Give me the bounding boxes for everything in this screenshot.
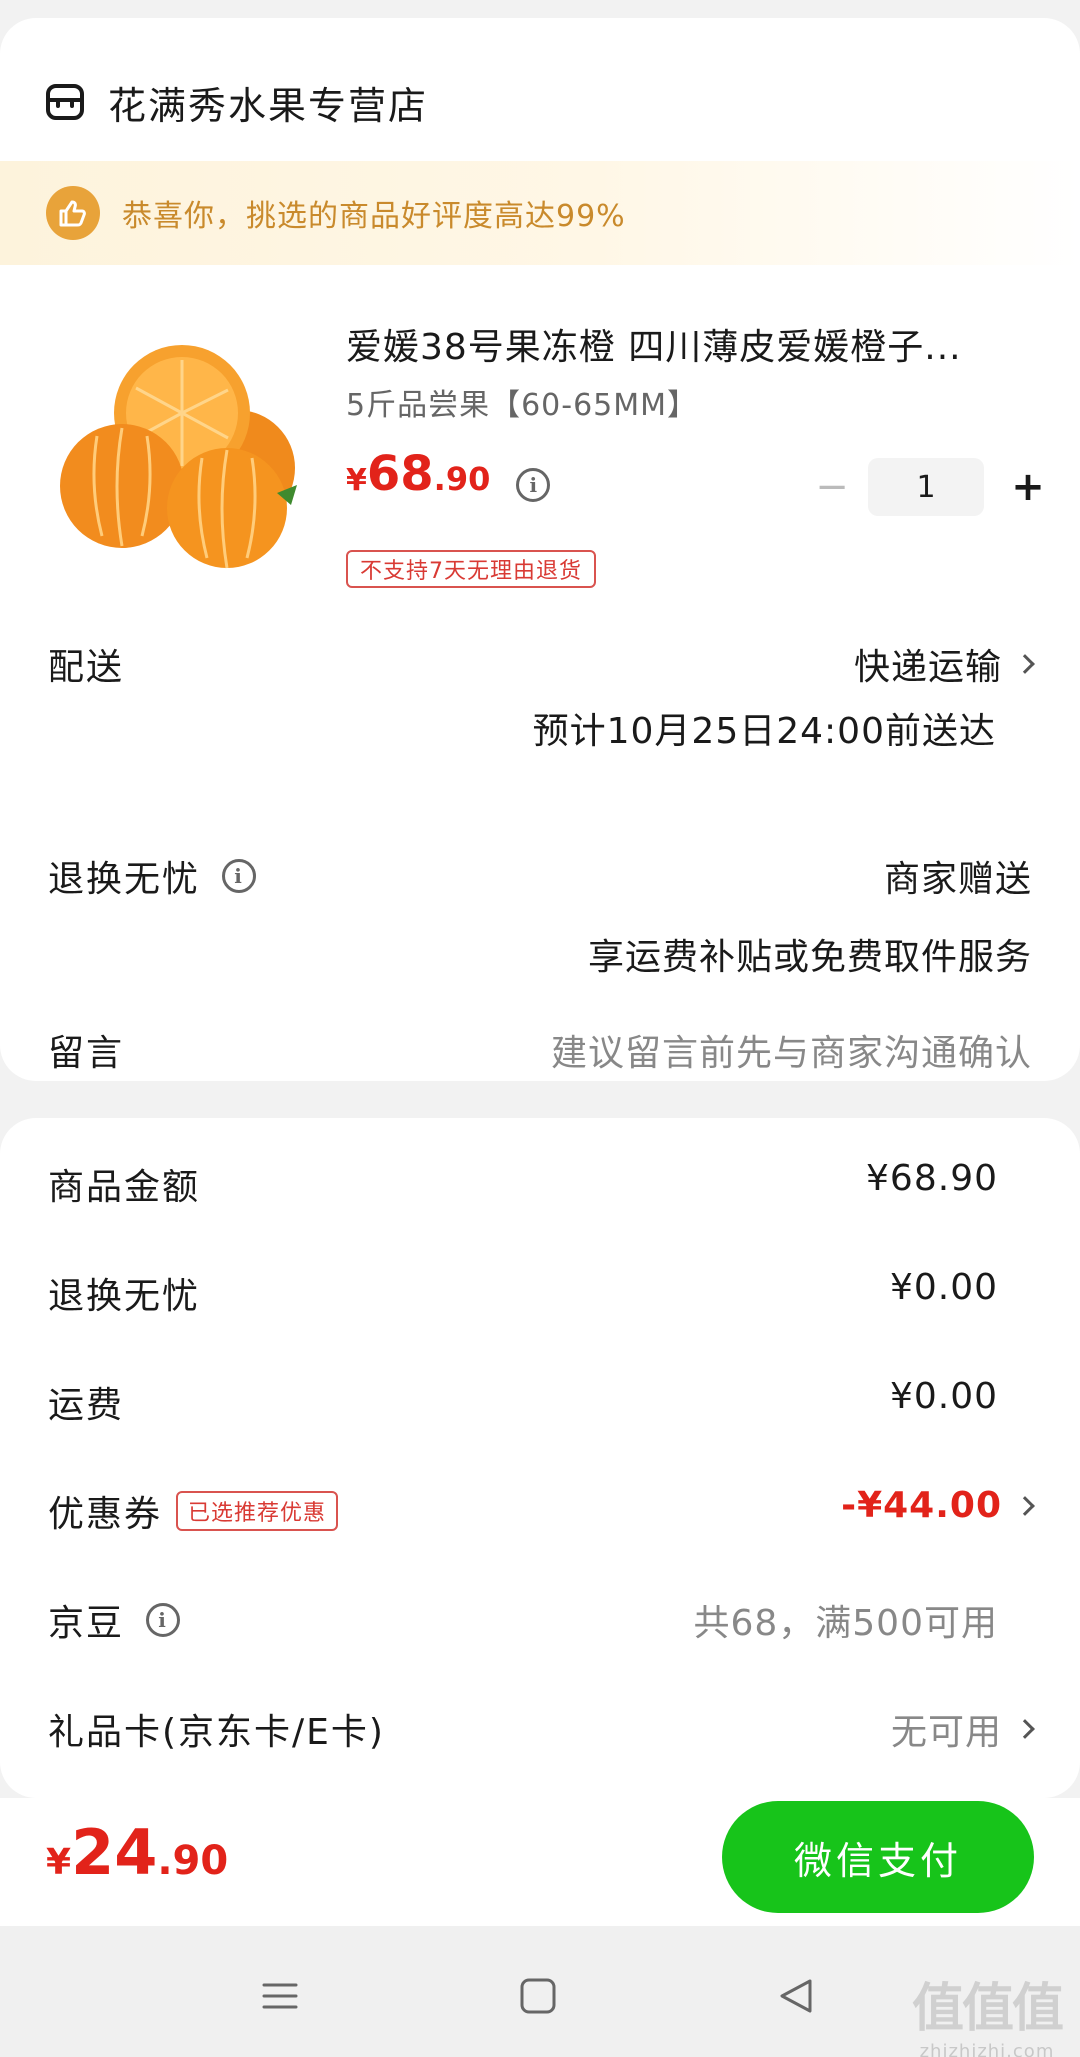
thumbs-up-icon (46, 186, 100, 240)
product-image[interactable] (52, 318, 314, 580)
menu-icon[interactable] (250, 1966, 310, 2026)
delivery-method[interactable]: 快递运输 (853, 638, 1035, 690)
chevron-right-icon (1015, 654, 1035, 674)
store-header[interactable]: 花满秀水果专营店 (44, 60, 428, 144)
message-input[interactable]: 建议留言前先与商家沟通确认 (551, 1024, 1032, 1076)
shipping-label: 运费 (48, 1385, 125, 1426)
watermark-url: zhizhizhi.com (919, 2041, 1055, 2057)
price-decimal: .90 (433, 460, 491, 498)
coupon-label-row: 优惠券 已选推荐优惠 (48, 1485, 339, 1537)
delivery-estimate: 预计10月25日24:00前送达 (532, 711, 996, 752)
store-name: 花满秀水果专营店 (108, 83, 429, 128)
quantity-stepper: − 1 + (808, 458, 1052, 516)
info-icon[interactable]: i (146, 1603, 181, 1637)
goods-amount-label: 商品金额 (48, 1167, 201, 1208)
price-summary-card: 商品金额 ¥68.90 退换无忧 ¥0.00 运费 ¥0.00 优惠券 已选推荐… (0, 1118, 1080, 1798)
return-label-row: 退换无忧 i (48, 850, 257, 902)
return-fee-value: ¥0.00 (889, 1267, 998, 1308)
shipping-value: ¥0.00 (889, 1376, 998, 1417)
message-label: 留言 (48, 1033, 125, 1074)
jingdou-label-row: 京豆 i (48, 1594, 181, 1646)
checkout-bar: ¥ 24 .90 微信支付 (0, 1798, 1080, 1926)
rating-banner: 恭喜你，挑选的商品好评度高达99% (0, 161, 1080, 265)
total-currency: ¥ (46, 1842, 72, 1883)
chevron-right-icon (1015, 1495, 1035, 1516)
wechat-pay-button[interactable]: 微信支付 (722, 1801, 1034, 1913)
return-desc: 享运费补贴或免费取件服务 (587, 937, 1032, 978)
store-icon (46, 84, 84, 120)
increase-button[interactable]: + (1004, 463, 1052, 511)
chevron-right-icon (1015, 1719, 1035, 1739)
no-return-tag: 不支持7天无理由退货 (346, 550, 596, 588)
jingdou-value: 共68，满500可用 (693, 1603, 998, 1644)
price-currency: ¥ (346, 463, 367, 498)
delivery-label: 配送 (48, 647, 125, 688)
delivery-method-text: 快递运输 (853, 647, 1002, 688)
decrease-button[interactable]: − (808, 463, 856, 511)
return-fee-label: 退换无忧 (48, 1276, 201, 1317)
info-icon[interactable]: i (222, 859, 257, 893)
gift-card-status: 无可用 (890, 1712, 1002, 1753)
return-label: 退换无忧 (48, 859, 201, 900)
coupon-amount: -¥44.00 (841, 1485, 1002, 1526)
product-title[interactable]: 爱媛38号果冻橙 四川薄皮爱媛橙子... (346, 318, 1036, 370)
coupon-value[interactable]: -¥44.00 (841, 1485, 1035, 1526)
gift-card-label: 礼品卡(京东卡/E卡) (48, 1712, 385, 1753)
total-integer: 24 (71, 1816, 158, 1889)
banner-text: 恭喜你，挑选的商品好评度高达99% (122, 199, 626, 234)
back-icon[interactable] (766, 1966, 826, 2026)
home-icon[interactable] (508, 1966, 568, 2026)
jingdou-label: 京豆 (48, 1603, 125, 1644)
coupon-label: 优惠券 (48, 1494, 163, 1535)
info-icon[interactable]: i (516, 468, 551, 502)
gift-card-value[interactable]: 无可用 (890, 1703, 1035, 1755)
total-price: ¥ 24 .90 (46, 1816, 228, 1889)
total-decimal: .90 (157, 1838, 229, 1884)
price-integer: 68 (366, 446, 434, 502)
product-price: ¥ 68 .90 i (346, 446, 551, 502)
coupon-tag: 已选推荐优惠 (176, 1491, 339, 1531)
goods-amount-value: ¥68.90 (866, 1158, 998, 1199)
watermark: 值值值 zhizhizhi.com (911, 1966, 1064, 2057)
return-value: 商家赠送 (883, 859, 1032, 900)
watermark-logo: 值值值 (911, 1979, 1064, 2039)
product-spec[interactable]: 5斤品尝果【60-65MM】 (346, 380, 698, 424)
quantity-input[interactable]: 1 (868, 458, 984, 516)
order-card: 花满秀水果专营店 恭喜你，挑选的商品好评度高达99% 爱媛38号果冻橙 四川薄皮… (0, 18, 1080, 1081)
